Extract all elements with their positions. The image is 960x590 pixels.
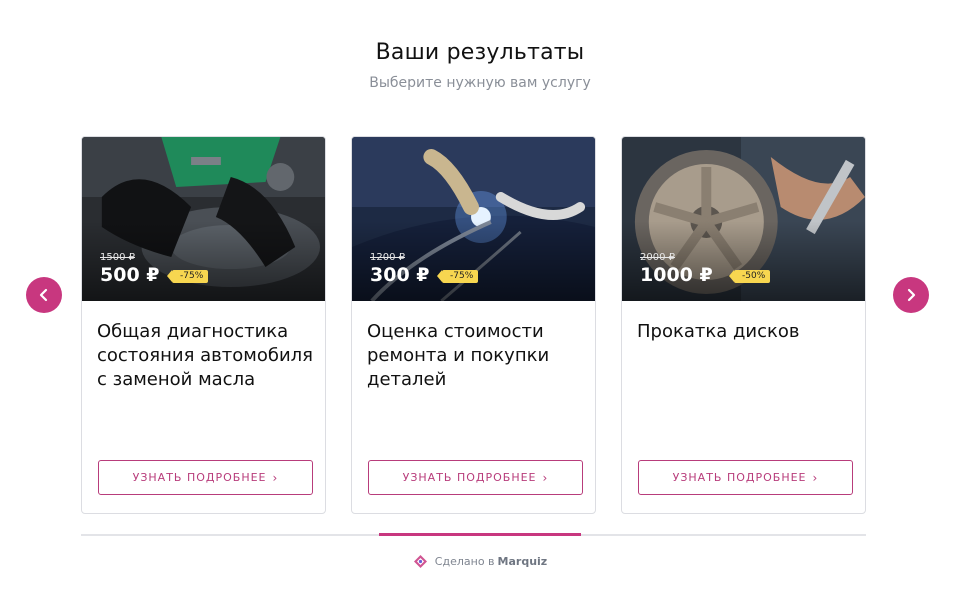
results-header: Ваши результаты Выберите нужную вам услу… xyxy=(0,40,960,91)
carousel-next-button[interactable] xyxy=(893,277,929,313)
learn-more-button[interactable]: УЗНАТЬ ПОДРОБНЕЕ › xyxy=(638,460,853,495)
made-with-footer[interactable]: Сделано в Marquiz xyxy=(0,554,960,572)
learn-more-label: УЗНАТЬ ПОДРОБНЕЕ xyxy=(402,471,537,484)
new-price: 500 ₽ xyxy=(100,264,160,286)
new-price: 300 ₽ xyxy=(370,264,430,286)
chevron-right-icon xyxy=(907,288,916,302)
old-price: 1500 ₽ xyxy=(100,252,135,263)
brand-name: Marquiz xyxy=(497,555,548,568)
chevron-right-icon: › xyxy=(272,470,279,485)
learn-more-button[interactable]: УЗНАТЬ ПОДРОБНЕЕ › xyxy=(368,460,583,495)
chevron-right-icon: › xyxy=(812,470,819,485)
chevron-right-icon: › xyxy=(542,470,549,485)
learn-more-button[interactable]: УЗНАТЬ ПОДРОБНЕЕ › xyxy=(98,460,313,495)
marquiz-logo-icon xyxy=(413,555,427,568)
service-title: Прокатка дисков xyxy=(637,321,800,342)
service-card[interactable]: 1500 ₽ 500 ₽ -75% Общая диагностика сост… xyxy=(81,136,326,514)
service-image-wheels: 2000 ₽ 1000 ₽ -50% xyxy=(622,137,865,301)
learn-more-label: УЗНАТЬ ПОДРОБНЕЕ xyxy=(132,471,267,484)
service-title: Оценка стоимости ремонта и покупки детал… xyxy=(367,321,550,390)
carousel-progress-fill xyxy=(379,533,581,536)
service-title: Общая диагностика состояния автомобиля с… xyxy=(97,321,314,390)
discount-badge: -75% xyxy=(166,270,209,283)
carousel-progress xyxy=(81,533,866,536)
chevron-left-icon xyxy=(39,288,48,302)
service-image-engine: 1500 ₽ 500 ₽ -75% xyxy=(82,137,325,301)
made-in-label: Сделано в xyxy=(434,555,495,568)
discount-badge: -50% xyxy=(728,270,771,283)
old-price: 1200 ₽ xyxy=(370,252,405,263)
new-price: 1000 ₽ xyxy=(640,264,713,286)
service-card[interactable]: 2000 ₽ 1000 ₽ -50% Прокатка дисков УЗНАТ… xyxy=(621,136,866,514)
discount-badge: -75% xyxy=(436,270,479,283)
page-subtitle: Выберите нужную вам услугу xyxy=(369,75,591,91)
old-price: 2000 ₽ xyxy=(640,252,675,263)
carousel-prev-button[interactable] xyxy=(26,277,62,313)
page-title: Ваши результаты xyxy=(375,40,585,65)
service-card[interactable]: 1200 ₽ 300 ₽ -75% Оценка стоимости ремон… xyxy=(351,136,596,514)
service-image-welding: 1200 ₽ 300 ₽ -75% xyxy=(352,137,595,301)
learn-more-label: УЗНАТЬ ПОДРОБНЕЕ xyxy=(672,471,807,484)
